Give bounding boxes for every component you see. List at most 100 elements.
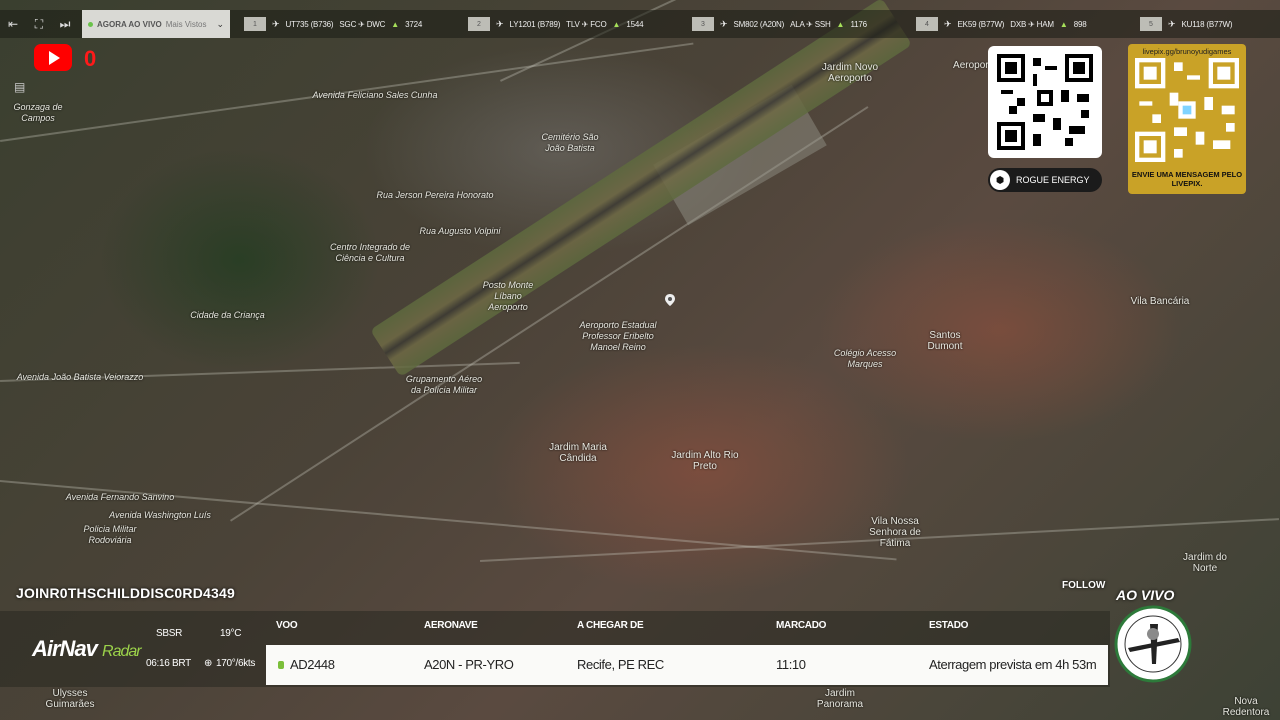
flight-row[interactable]: AD2448 A20N - PR-YRO Recife, PE REC 11:1… xyxy=(266,645,1108,685)
flight-route: ALA ✈ SSH xyxy=(790,19,831,29)
flight-item[interactable]: 1 ✈ UT735 (B736) SGC ✈ DWC ▲ 3724 xyxy=(244,10,468,38)
map-label: Cidade da Criança xyxy=(190,310,265,320)
sponsor-name: ROGUE ENERGY xyxy=(1016,175,1090,185)
livepix-qr-icon xyxy=(1134,58,1240,162)
plane-icon: ✈ xyxy=(496,18,504,29)
map-label: Aeroporto Estadual Professor Eribelto Ma… xyxy=(579,320,657,352)
map-label: Jardim Alto Rio Preto xyxy=(671,450,739,472)
map-label: Ulysses Guimarães xyxy=(45,688,95,710)
fullscreen-icon[interactable]: ⛶ xyxy=(26,10,52,38)
map-label: Rua Jerson Pereira Honorato xyxy=(376,190,494,200)
cell-scheduled: 11:10 xyxy=(776,657,806,672)
flight-list: 1 ✈ UT735 (B736) SGC ✈ DWC ▲ 3724 2 ✈ LY… xyxy=(244,10,1260,38)
altitude-icon: ▲ xyxy=(612,19,621,29)
cell-aircraft: A20N - PR-YRO xyxy=(424,657,514,672)
cell-status: Aterragem prevista em 4h 53m xyxy=(929,657,1097,672)
livepix-url: livepix.gg/brunoyudigames xyxy=(1142,47,1232,56)
map-label: Jardim do Norte xyxy=(1183,552,1227,574)
map-label: Santos Dumont xyxy=(927,330,963,352)
youtube-viewer-count: 0 xyxy=(84,46,97,71)
now-live-dropdown[interactable]: AGORA AO VIVO Mais Vistos ⌄ xyxy=(82,10,230,38)
map-label: Policia Militar Rodoviária xyxy=(83,524,137,545)
follow-label[interactable]: FOLLOW xyxy=(1062,580,1105,591)
map-label: Jardim Panorama xyxy=(816,688,864,710)
flight-index: 1 xyxy=(244,17,266,31)
flight-item[interactable]: 5 ✈ KU118 (B77W) xyxy=(1140,10,1260,38)
now-live-more: Mais Vistos xyxy=(165,19,207,29)
next-icon[interactable]: ⏭ xyxy=(52,10,78,38)
flight-index: 5 xyxy=(1140,17,1162,31)
channel-badge-logo-icon xyxy=(1114,605,1192,683)
panel-toggle-icon[interactable]: ▤ xyxy=(14,80,25,94)
flight-index: 3 xyxy=(692,17,714,31)
altitude-icon: ▲ xyxy=(836,19,845,29)
map-label: Gonzaga de Campos xyxy=(13,102,63,123)
chevron-down-icon: ⌄ xyxy=(216,18,224,29)
flight-route: SGC ✈ DWC xyxy=(339,19,386,29)
flight-altitude: 1544 xyxy=(626,19,644,29)
flight-item[interactable]: 2 ✈ LY1201 (B789) TLV ✈ FCO ▲ 1544 xyxy=(468,10,692,38)
cell-flight: AD2448 xyxy=(290,657,335,672)
qr-code-sponsor xyxy=(988,46,1102,158)
map-label: Posto Monte Líbano Aeroporto xyxy=(482,280,534,312)
map-label: Avenida Feliciano Sales Cunha xyxy=(312,90,438,100)
airnav-brand: AirNav xyxy=(32,636,98,661)
map-label: Jardim Novo Aeroporto xyxy=(821,62,879,84)
header-scheduled: MARCADO xyxy=(776,620,827,631)
map-label: Centro Integrado de Ciência e Cultura xyxy=(329,242,411,263)
youtube-logo[interactable] xyxy=(34,44,72,71)
location-pin-icon[interactable] xyxy=(665,294,675,306)
stream-username: JOINR0THSCHILDDISC0RD4349 xyxy=(16,585,235,601)
header-flight: VOO xyxy=(276,620,298,631)
header-arriving-from: A CHEGAR DE xyxy=(577,620,644,631)
map-label: Avenida Washington Luís xyxy=(109,510,211,520)
wind-icon: ⊕ xyxy=(204,658,213,669)
wind: 170°/6kts xyxy=(216,658,256,669)
flight-callsign: KU118 (B77W) xyxy=(1181,19,1233,29)
map-label: Vila Bancária xyxy=(1130,296,1190,307)
flight-route: DXB ✈ HAM xyxy=(1010,19,1054,29)
flight-callsign: LY1201 (B789) xyxy=(509,19,561,29)
livepix-message: ENVIE UMA MENSAGEM PELO LIVEPIX. xyxy=(1131,170,1243,188)
map-label: Jardim Maria Cândida xyxy=(549,442,607,464)
map-label: Cemitério São João Batista xyxy=(541,132,599,153)
livepix-panel[interactable]: livepix.gg/brunoyudigames ENVIE UMA MENS… xyxy=(1128,44,1246,194)
map-label: Colégio Acesso Marques xyxy=(833,348,897,369)
plane-icon: ✈ xyxy=(272,18,280,29)
play-icon xyxy=(49,50,60,65)
temperature: 19°C xyxy=(220,628,242,639)
flight-callsign: UT735 (B736) xyxy=(285,19,334,29)
live-label: AO VIVO xyxy=(1116,587,1175,603)
airport-code: SBSR xyxy=(156,628,183,639)
map-label: Vila Nossa Senhora de Fátima xyxy=(869,516,921,549)
plane-icon: ✈ xyxy=(1168,18,1176,29)
cell-arriving-from: Recife, PE REC xyxy=(577,657,664,672)
flight-index: 2 xyxy=(468,17,490,31)
airline-icon xyxy=(278,661,284,669)
flight-altitude: 3724 xyxy=(405,19,423,29)
local-time: 06:16 BRT xyxy=(146,658,191,669)
collapse-icon[interactable]: ⇤ xyxy=(0,10,26,38)
flight-callsign: EK59 (B77W) xyxy=(957,19,1005,29)
live-dot-icon xyxy=(88,21,93,27)
flight-item[interactable]: 4 ✈ EK59 (B77W) DXB ✈ HAM ▲ 898 xyxy=(916,10,1140,38)
header-status: ESTADO xyxy=(929,620,969,631)
flight-index: 4 xyxy=(916,17,938,31)
rogue-energy-logo-icon: ⬢ xyxy=(990,170,1010,190)
sponsor-badge[interactable]: ⬢ ROGUE ENERGY xyxy=(988,168,1102,192)
flight-item[interactable]: 3 ✈ SM802 (A20N) ALA ✈ SSH ▲ 1176 xyxy=(692,10,916,38)
flight-route: TLV ✈ FCO xyxy=(566,19,607,29)
map-label: Nova Redentora xyxy=(1222,696,1270,718)
plane-icon: ✈ xyxy=(944,18,952,29)
airnav-brand-sub: Radar xyxy=(102,643,142,660)
header-aircraft: AERONAVE xyxy=(424,620,478,631)
map-label: Grupamento Aéreo da Polícia Militar xyxy=(405,374,483,395)
flights-topbar: ⇤ ⛶ ⏭ AGORA AO VIVO Mais Vistos ⌄ 1 ✈ UT… xyxy=(0,10,1280,38)
plane-icon: ✈ xyxy=(720,18,728,29)
altitude-icon: ▲ xyxy=(391,19,400,29)
map-label: Avenida João Batista Veiorazzo xyxy=(16,372,144,382)
map-label: Rua Augusto Volpini xyxy=(419,226,501,236)
map-label: Avenida Fernando Sanvino xyxy=(65,492,175,502)
flight-callsign: SM802 (A20N) xyxy=(733,19,785,29)
flight-altitude: 1176 xyxy=(850,19,867,29)
